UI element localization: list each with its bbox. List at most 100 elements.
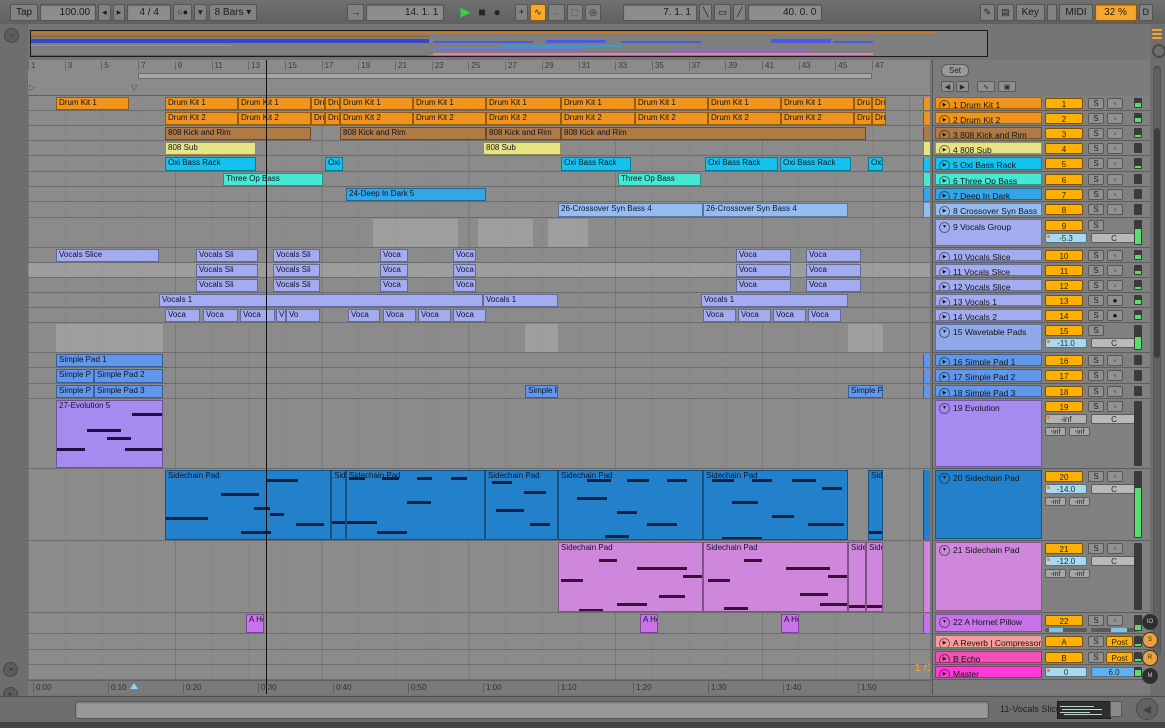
volume-box[interactable]: -inf: [1045, 414, 1087, 424]
loop-brace[interactable]: [138, 73, 872, 79]
back-to-arrangement-button[interactable]: ←: [547, 3, 565, 21]
clip[interactable]: 808 Kick and Rim: [561, 127, 866, 140]
solo-button[interactable]: S: [1088, 128, 1104, 139]
track-number-box[interactable]: 15: [1045, 325, 1083, 336]
solo-button[interactable]: S: [1088, 543, 1104, 554]
clip[interactable]: Voca: [165, 309, 200, 322]
track-play-icon[interactable]: ▶: [939, 115, 950, 123]
clip[interactable]: Vocals 1: [701, 294, 848, 307]
clip[interactable]: Voca: [418, 309, 451, 322]
track-name-cell[interactable]: ▶ Master: [935, 666, 1042, 678]
send-box[interactable]: -inf: [1069, 497, 1090, 506]
clip[interactable]: Sidechain Pad: [558, 542, 703, 612]
volume-box[interactable]: -11.0: [1045, 338, 1087, 348]
clip-ghost[interactable]: [56, 324, 163, 352]
arm-button[interactable]: ◦: [1107, 401, 1123, 412]
clip[interactable]: Voca: [736, 264, 791, 277]
return-letter-box[interactable]: B: [1045, 652, 1083, 663]
returns-section-toggle[interactable]: R: [1142, 650, 1158, 666]
clip[interactable]: Vo: [286, 309, 320, 322]
arm-button[interactable]: ●: [1107, 295, 1123, 306]
track-number-box[interactable]: 8: [1045, 204, 1083, 215]
loop-length-field[interactable]: 40. 0. 0: [748, 3, 823, 21]
clip[interactable]: Voca: [773, 309, 806, 322]
track-header-12[interactable]: ▶ 12 Vocals Slice 12 S ◦: [933, 278, 1150, 293]
track-play-icon[interactable]: ▶: [939, 160, 950, 169]
solo-button[interactable]: S: [1088, 113, 1104, 124]
clip[interactable]: Oxi Bass Rack: [705, 157, 778, 171]
lane-6[interactable]: [28, 172, 930, 187]
clip[interactable]: Vocals Slice: [56, 249, 159, 262]
clip[interactable]: Vocals Sli: [196, 264, 258, 277]
clip[interactable]: Voca: [806, 249, 861, 262]
track-number-box[interactable]: 5: [1045, 158, 1083, 169]
clip[interactable]: Voca: [806, 264, 861, 277]
track-name-cell[interactable]: ▶ A Reverb | Compressor: [935, 635, 1042, 648]
time-ruler[interactable]: 0:00 0:10 0:20 0:30 0:40 0:50 1:00 1:10 1:20 1:30…: [28, 680, 930, 694]
arm-button[interactable]: ◦: [1107, 615, 1123, 626]
pan-box[interactable]: C: [1091, 338, 1137, 348]
arm-button[interactable]: ◦: [1107, 174, 1123, 185]
solo-button[interactable]: S: [1088, 652, 1104, 663]
draw-mode-button[interactable]: ✎: [979, 3, 996, 21]
vertical-scrollbar[interactable]: [1153, 66, 1161, 656]
track-name-cell[interactable]: ▼ 21 Sidechain Pad: [935, 542, 1042, 611]
clip[interactable]: Drum Kit 1: [561, 97, 635, 110]
track-number-box[interactable]: 21: [1045, 543, 1083, 554]
lane-10[interactable]: [28, 248, 930, 263]
arm-button[interactable]: ◦: [1107, 189, 1123, 200]
clip[interactable]: Simple Pa: [525, 385, 558, 398]
clip[interactable]: Side: [868, 470, 883, 540]
arm-button[interactable]: ◦: [1107, 143, 1123, 154]
lane-17[interactable]: [28, 368, 930, 384]
clip-waveform-preview[interactable]: [1057, 701, 1111, 719]
solo-button[interactable]: S: [1088, 280, 1104, 291]
track-header-14[interactable]: ▶ 14 Vocals 2 14 S ●: [933, 308, 1150, 323]
track-header-0[interactable]: ▶ Master 0 6.0: [933, 665, 1150, 680]
clip[interactable]: Side: [331, 470, 346, 540]
send-box[interactable]: -inf: [1045, 569, 1066, 578]
track-play-icon[interactable]: ▶: [939, 282, 950, 290]
arrangement-clip-area[interactable]: 1 /1 Drum Kit 1 Drum Kit 1 Drum Kit 1 Dru Dr…: [28, 96, 930, 680]
track-header-19[interactable]: ▼ 19 Evolution 19 S ◦ -inf C -inf -inf: [933, 399, 1150, 469]
track-name-cell[interactable]: ▶ 1 Drum Kit 1: [935, 97, 1042, 109]
lane-19[interactable]: [28, 399, 930, 469]
return-letter-box[interactable]: A: [1045, 636, 1083, 647]
clip[interactable]: A Ho: [781, 614, 799, 633]
pan-box[interactable]: C: [1091, 484, 1137, 494]
clip[interactable]: Vocals Sli: [196, 249, 258, 262]
track-number-box[interactable]: 12: [1045, 280, 1083, 291]
track-play-icon[interactable]: ▶: [939, 638, 950, 647]
track-number-box[interactable]: 18: [1045, 386, 1083, 397]
solo-button[interactable]: S: [1088, 204, 1104, 215]
clip[interactable]: Voca: [348, 309, 380, 322]
clip[interactable]: Sidechain Pad: [346, 470, 485, 540]
metronome-button[interactable]: ○●: [173, 3, 193, 21]
clip[interactable]: Voca: [240, 309, 275, 322]
clip[interactable]: Voca: [380, 249, 408, 262]
lane-15[interactable]: [28, 323, 930, 353]
track-play-icon[interactable]: ▶: [939, 145, 950, 153]
track-name-cell[interactable]: ▶ 3 808 Kick and Rim: [935, 127, 1042, 139]
clip[interactable]: Simple Pad 2: [94, 369, 163, 383]
punch-in-button[interactable]: ╲: [699, 3, 713, 21]
clip[interactable]: Simple Pa: [848, 385, 883, 398]
arm-button[interactable]: ◦: [1107, 250, 1123, 261]
track-name-cell[interactable]: ▶ 18 Simple Pad 3: [935, 385, 1042, 397]
send-box[interactable]: -inf: [1069, 427, 1090, 436]
solo-button[interactable]: S: [1088, 401, 1104, 412]
clip[interactable]: Vocals 1: [159, 294, 483, 307]
track-number-box[interactable]: 13: [1045, 295, 1083, 306]
arm-button[interactable]: ◦: [1107, 158, 1123, 169]
clip[interactable]: Oxi B: [325, 157, 343, 171]
clip[interactable]: Dru: [311, 97, 325, 110]
lane-4[interactable]: [28, 141, 930, 156]
clip[interactable]: Voca: [703, 309, 736, 322]
clip[interactable]: Vocals Sli: [273, 264, 320, 277]
solo-button[interactable]: S: [1088, 615, 1104, 626]
solo-button[interactable]: S: [1088, 310, 1104, 321]
loop-start-field[interactable]: 7. 1. 1: [623, 3, 697, 21]
solo-button[interactable]: S: [1088, 189, 1104, 200]
clip[interactable]: A Ho: [640, 614, 658, 633]
clip[interactable]: Drum Kit 2: [635, 112, 708, 125]
